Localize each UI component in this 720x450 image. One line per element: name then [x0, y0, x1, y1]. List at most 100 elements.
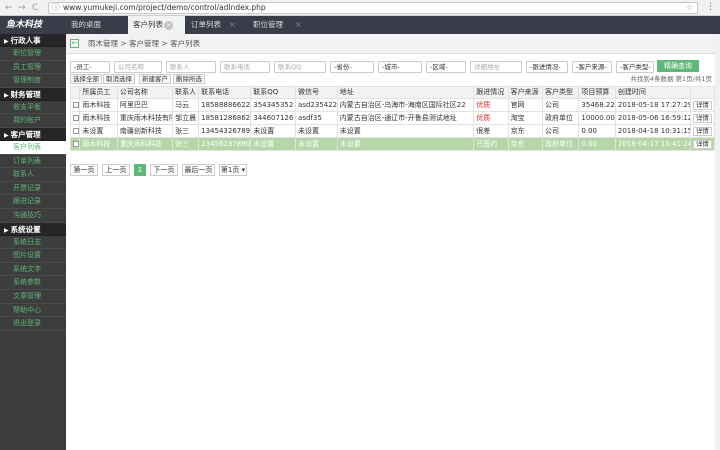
detail-button[interactable]: 详情: [692, 113, 712, 123]
row-checkbox[interactable]: [73, 114, 79, 121]
sidebar-item-skills[interactable]: 沟通技巧: [0, 209, 66, 223]
column-header[interactable]: 跟进情况: [473, 86, 509, 99]
column-header[interactable]: 联系电话: [198, 86, 252, 99]
cell-actions: 详情: [689, 137, 716, 151]
detail-button[interactable]: 详情: [692, 139, 712, 149]
column-header[interactable]: 客户来源: [507, 86, 543, 99]
employee-select[interactable]: -员工-: [70, 61, 110, 73]
page-info-icon[interactable]: ⓘ: [52, 3, 60, 13]
row-checkbox[interactable]: [73, 101, 79, 108]
table-row[interactable]: 未设置 南疆创新科技 张三 13454326789 未设置 未设置 未设置 很差…: [69, 124, 716, 138]
sidebar-item-logs[interactable]: 系统日志: [0, 236, 66, 250]
phone-input[interactable]: 联系电话: [220, 61, 270, 73]
browser-menu-icon[interactable]: ⋮: [706, 2, 715, 12]
cell-phone: 13456237890: [198, 137, 252, 151]
sidebar-item-params[interactable]: 系统参数: [0, 276, 66, 290]
customer-table: 所属员工 公司名称 联系人 联系电话 联系QQ 微信号 地址 跟进情况 客户来源…: [69, 86, 716, 151]
contact-input[interactable]: 联系人: [166, 61, 216, 73]
row-checkbox-cell[interactable]: [69, 137, 81, 151]
sidebar-item-followups[interactable]: 跟进记录: [0, 195, 66, 209]
cell-qq: 未设置: [250, 137, 297, 151]
tab-desktop[interactable]: 我的桌面: [66, 16, 128, 34]
cell-qq: 未设置: [250, 124, 297, 138]
tab-label: 职位管理: [253, 20, 283, 29]
sidebar-item-contacts[interactable]: 联系人: [0, 168, 66, 182]
address-input[interactable]: 详细地址: [470, 61, 522, 73]
sidebar-item-balance[interactable]: 收支平衡: [0, 101, 66, 115]
sidebar-section-customer[interactable]: ▶ 客户管理: [0, 127, 66, 141]
column-header[interactable]: 所属员工: [79, 86, 118, 99]
column-header[interactable]: 创建时间: [614, 86, 691, 99]
address-bar[interactable]: ⓘ www.yumukeji.com/project/demo/control/…: [48, 2, 698, 14]
table-row[interactable]: 雨木科技 重庆雨木科技有限公司 邹立晨 18581286862 34460712…: [69, 111, 716, 125]
column-header[interactable]: 微信号: [295, 86, 338, 99]
table-row[interactable]: 雨木科技 重庆雨科科技 张三 13456237890 未设置 未设置 未设置 已…: [69, 137, 716, 151]
sidebar-item-articles[interactable]: 文章管理: [0, 290, 66, 304]
vertical-scrollbar[interactable]: [715, 34, 720, 450]
next-page-button[interactable]: 下一页: [150, 164, 178, 176]
sidebar-item-images[interactable]: 图片设置: [0, 249, 66, 263]
detail-button[interactable]: 详情: [692, 126, 712, 136]
row-checkbox[interactable]: [73, 127, 79, 134]
row-checkbox-cell[interactable]: [69, 98, 81, 112]
sidebar-item-position[interactable]: 职位管理: [0, 47, 66, 61]
delete-selected-button[interactable]: 删除所选: [173, 74, 205, 84]
close-icon[interactable]: ×: [295, 16, 302, 34]
sidebar-item-policy[interactable]: 管理制度: [0, 74, 66, 88]
sidebar-item-staff[interactable]: 员工管理: [0, 61, 66, 75]
row-checkbox-cell[interactable]: [69, 111, 81, 125]
followup-select[interactable]: -跟进情况-: [526, 61, 568, 73]
cell-actions: 详情: [689, 98, 716, 112]
sidebar-item-logout[interactable]: 退出登录: [0, 317, 66, 331]
forward-icon[interactable]: →: [18, 3, 26, 13]
page-select[interactable]: 第1页 ▾: [219, 164, 247, 176]
district-select[interactable]: -区域-: [426, 61, 466, 73]
sidebar-section-finance[interactable]: ▶ 财务管理: [0, 87, 66, 101]
sidebar-item-texts[interactable]: 系统文字: [0, 263, 66, 277]
customer-type-select[interactable]: -客户类型-: [616, 61, 654, 73]
search-button[interactable]: 精确查询: [657, 60, 699, 72]
column-header[interactable]: 公司名称: [116, 86, 174, 99]
new-customer-button[interactable]: 新建客户: [139, 74, 171, 84]
sidebar-item-invoices[interactable]: 开票记录: [0, 182, 66, 196]
close-icon[interactable]: ×: [229, 16, 236, 34]
column-header[interactable]: 客户类型: [541, 86, 580, 99]
row-checkbox-cell[interactable]: [69, 124, 81, 138]
tab-position-manage[interactable]: 职位管理 ×: [248, 16, 310, 34]
prev-page-button[interactable]: 上一页: [102, 164, 130, 176]
close-icon[interactable]: ×: [164, 20, 173, 30]
sidebar-item-order-list[interactable]: 订单列表: [0, 155, 66, 169]
sidebar-section-hr[interactable]: ▶ 行政人事: [0, 34, 66, 47]
column-header[interactable]: 联系QQ: [250, 86, 297, 99]
cancel-select-button[interactable]: 取消选择: [103, 74, 135, 84]
city-select[interactable]: -城市-: [378, 61, 422, 73]
tab-customer-list[interactable]: 客户列表 ×: [128, 16, 185, 34]
table-row[interactable]: 雨木科技 阿里巴巴 马云 18588886622 354345352 asd23…: [69, 98, 716, 112]
back-icon[interactable]: ←: [5, 3, 13, 13]
source-select[interactable]: -客户来源-: [572, 61, 612, 73]
reload-icon[interactable]: C: [32, 3, 38, 13]
detail-button[interactable]: 详情: [692, 100, 712, 110]
sidebar-item-account[interactable]: 我的账户: [0, 114, 66, 128]
select-all-button[interactable]: 选择全部: [70, 74, 102, 84]
tab-order-list[interactable]: 订单列表 ×: [186, 16, 242, 34]
column-header[interactable]: 项目预算: [578, 86, 616, 99]
sidebar-item-help[interactable]: 帮助中心: [0, 304, 66, 318]
sidebar-item-customer-list[interactable]: 客户列表: [0, 140, 66, 155]
cell-address: 内蒙古自治区-通辽市-开鲁县测试地址: [336, 111, 475, 125]
province-select[interactable]: -省份-: [330, 61, 374, 73]
app-topbar: 鱼木科技 我的桌面 客户列表 × 订单列表 × 职位管理 ×: [0, 16, 720, 34]
bookmark-star-icon[interactable]: ☆: [686, 3, 693, 13]
tab-label: 订单列表: [191, 20, 221, 29]
back-arrow-icon[interactable]: ←: [70, 39, 79, 48]
company-input[interactable]: 公司名称: [114, 61, 162, 73]
cell-qq: 354345352: [250, 98, 297, 112]
sidebar-section-system[interactable]: ▶ 系统设置: [0, 222, 66, 236]
current-page-button[interactable]: 1: [134, 164, 146, 176]
first-page-button[interactable]: 第一页: [70, 164, 98, 176]
column-header[interactable]: 地址: [336, 86, 475, 99]
row-checkbox[interactable]: [73, 140, 79, 147]
qq-input[interactable]: 联系QQ: [274, 61, 326, 73]
column-header[interactable]: 联系人: [172, 86, 200, 99]
last-page-button[interactable]: 最后一页: [182, 164, 215, 176]
